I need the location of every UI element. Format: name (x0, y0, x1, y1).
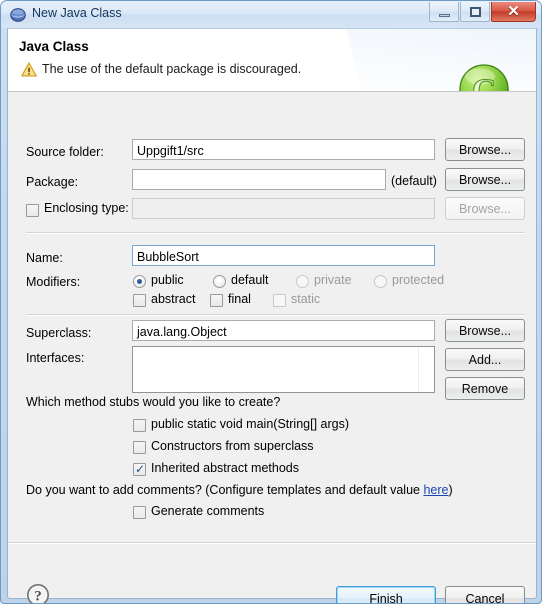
generate-comments-label: Generate comments (151, 504, 265, 518)
source-folder-label: Source folder: (26, 145, 104, 159)
modifier-label-public: public (151, 273, 184, 287)
close-icon: ✕ (492, 2, 535, 21)
source-folder-browse-button[interactable]: Browse... (445, 138, 525, 161)
dialog-body: Java Class The use of the default packag… (7, 28, 537, 603)
warning-triangle-icon (21, 62, 37, 77)
eclipse-globe-icon (10, 8, 26, 22)
svg-text:?: ? (34, 588, 42, 604)
dialog-header: Java Class The use of the default packag… (8, 29, 536, 92)
method-stubs-question: Which method stubs would you like to cre… (26, 395, 281, 409)
interfaces-add-button[interactable]: Add... (445, 348, 525, 371)
modifier-label-default: default (231, 273, 269, 287)
stub-label-constructors: Constructors from superclass (151, 439, 314, 453)
interfaces-remove-button[interactable]: Remove (445, 377, 525, 400)
cancel-button[interactable]: Cancel (445, 586, 525, 603)
modifier-label-protected: protected (392, 273, 445, 287)
checkmark-icon: ✓ (135, 462, 146, 476)
modifier-checkbox-final[interactable] (210, 294, 223, 307)
interfaces-scrollbar[interactable] (418, 347, 434, 392)
modifier-radio-default[interactable] (213, 275, 226, 288)
modifier-radio-public[interactable] (133, 275, 146, 288)
source-folder-input[interactable]: Uppgift1/src (132, 139, 435, 160)
stub-label-inherited-abstract: Inherited abstract methods (151, 461, 299, 475)
stub-checkbox-inherited-abstract[interactable]: ✓ (133, 462, 146, 476)
finish-button[interactable]: Finish (336, 586, 436, 603)
modifiers-label: Modifiers: (26, 275, 81, 289)
modifier-checkbox-abstract[interactable] (133, 294, 146, 307)
help-question-icon[interactable]: ? (26, 583, 50, 604)
enclosing-type-label: Enclosing type: (44, 201, 129, 215)
enclosing-type-browse-button: Browse... (445, 197, 525, 220)
comments-question-prefix: Do you want to add comments? (Configure … (26, 483, 424, 497)
package-input[interactable] (132, 169, 386, 190)
stub-checkbox-constructors[interactable] (133, 441, 146, 454)
page-title: Java Class (19, 39, 89, 54)
maximize-button[interactable] (460, 2, 490, 22)
comments-question-suffix: ) (448, 483, 453, 497)
header-warning-message: The use of the default package is discou… (42, 62, 302, 76)
name-label: Name: (26, 251, 63, 265)
svg-text:C: C (472, 73, 496, 92)
generate-comments-checkbox[interactable] (133, 506, 146, 519)
modifier-checkbox-static (273, 294, 286, 307)
stub-checkbox-main-method[interactable] (133, 419, 146, 432)
superclass-input[interactable]: java.lang.Object (132, 320, 435, 341)
minimize-icon (430, 2, 458, 21)
separator-middle (26, 314, 525, 316)
superclass-label: Superclass: (26, 326, 92, 340)
interfaces-label: Interfaces: (26, 351, 85, 365)
title-bar: New Java Class ✕ (1, 1, 541, 28)
modifier-label-static: static (291, 292, 321, 306)
maximize-icon (461, 2, 489, 21)
modifier-label-private: private (314, 273, 352, 287)
package-label: Package: (26, 175, 79, 189)
close-glyph: ✕ (507, 3, 520, 20)
java-class-badge-icon: C (459, 64, 509, 92)
stub-label-main-method: public static void main(String[] args) (151, 417, 349, 431)
close-button[interactable]: ✕ (491, 2, 536, 22)
interfaces-list[interactable] (132, 346, 435, 393)
class-name-input[interactable]: BubbleSort (132, 245, 435, 266)
configure-templates-link[interactable]: here (423, 483, 448, 497)
separator-top (26, 232, 525, 234)
package-browse-button[interactable]: Browse... (445, 168, 525, 191)
modifier-radio-protected (374, 275, 387, 288)
minimize-button[interactable] (429, 2, 459, 22)
enclosing-type-input (132, 198, 435, 219)
window-title: New Java Class (32, 6, 122, 20)
package-default-hint: (default) (391, 174, 437, 188)
modifier-label-final: final (228, 292, 251, 306)
superclass-browse-button[interactable]: Browse... (445, 319, 525, 342)
modifier-radio-private (296, 275, 309, 288)
new-java-class-dialog-window: New Java Class ✕ Java Class The use of t… (0, 0, 542, 604)
enclosing-type-checkbox[interactable] (26, 204, 39, 217)
modifier-label-abstract: abstract (151, 292, 196, 306)
button-bar-separator (8, 542, 536, 544)
comments-question: Do you want to add comments? (Configure … (26, 483, 453, 497)
